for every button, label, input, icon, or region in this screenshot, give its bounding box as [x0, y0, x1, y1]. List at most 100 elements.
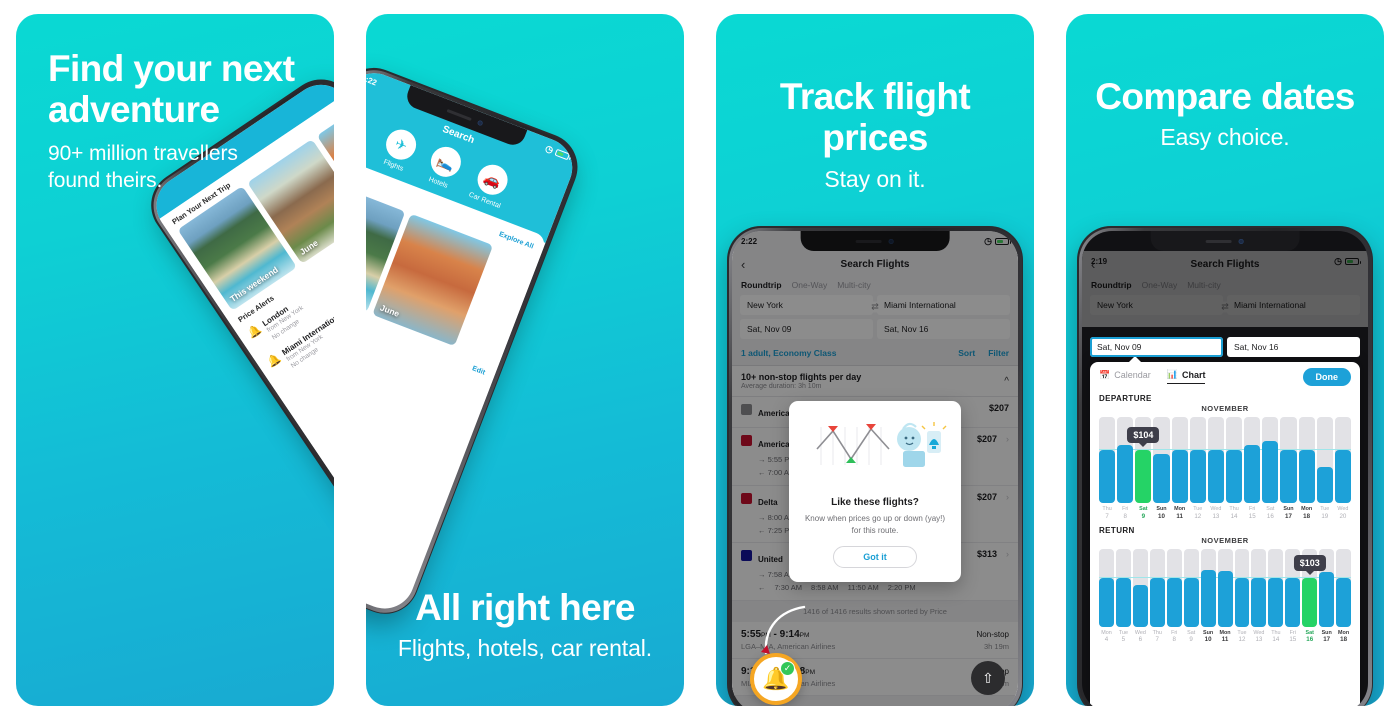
price-bar[interactable]	[1166, 548, 1182, 627]
bar-fill	[1207, 449, 1224, 503]
modal-body: Know when prices go up or down (yay!) fo…	[804, 514, 946, 535]
tick-day-name: Thu	[1229, 506, 1239, 512]
price-bar[interactable]	[1132, 548, 1148, 627]
price-bar[interactable]	[1099, 548, 1114, 627]
price-bar[interactable]: $103	[1293, 548, 1326, 627]
got-it-button[interactable]: Got it	[833, 546, 917, 569]
price-bar[interactable]	[1336, 548, 1352, 627]
bell-icon: 🔔	[245, 323, 264, 341]
battery-icon	[554, 148, 571, 160]
tick-day-number: 16	[1306, 636, 1314, 644]
tick-day-number: 6	[1138, 636, 1143, 644]
x-axis-tick: Tue 19	[1317, 506, 1333, 521]
tick-day-number: 15	[1248, 512, 1256, 520]
price-bar[interactable]	[1171, 417, 1188, 503]
tick-day-number: 17	[1323, 636, 1331, 644]
share-button[interactable]: ⇧	[971, 661, 1005, 695]
status-bar: 2:19 ◷	[1082, 251, 1368, 271]
price-bar[interactable]	[1298, 417, 1315, 503]
screenshot-panel-find-adventure: Find your next adventure 90+ million tra…	[16, 14, 334, 706]
quick-action-hotels[interactable]: 🛌 Hotels	[423, 142, 466, 192]
phone-mockup-4: 2:19 ◷ ‹ Search Flights Roundtrip One-Wa…	[1077, 226, 1373, 706]
quick-action-flights[interactable]: ✈ Flights	[378, 125, 421, 174]
destination-input[interactable]: Miami International	[1227, 295, 1360, 315]
price-bar[interactable]	[1149, 548, 1165, 627]
quick-action-car-rental[interactable]: 🚗 Car Rental	[468, 160, 514, 210]
x-axis-tick: Sat 16	[1262, 506, 1278, 521]
x-axis-tick: Sat 16	[1302, 630, 1317, 645]
return-date-input[interactable]: Sat, Nov 16	[1227, 337, 1360, 357]
price-bar[interactable]	[1189, 417, 1206, 503]
x-axis-tick: Thu 7	[1099, 506, 1115, 521]
destination-card-label: June	[297, 237, 320, 257]
price-bar[interactable]	[1115, 548, 1131, 627]
tab-roundtrip[interactable]: Roundtrip	[1091, 280, 1132, 290]
price-bar[interactable]	[1234, 548, 1250, 627]
price-bar[interactable]	[1183, 548, 1199, 627]
sheet-tab-row: 📅 Calendar 📊 Chart Done	[1099, 368, 1351, 389]
tab-one-way[interactable]: One-Way	[1142, 280, 1178, 290]
price-bar[interactable]	[1217, 548, 1233, 627]
explore-all-link[interactable]: Explore All	[498, 231, 534, 251]
tick-day-number: 7	[1105, 512, 1109, 520]
tick-day-name: Fri	[1122, 506, 1129, 512]
x-axis-tick: Mon 18	[1336, 630, 1351, 645]
tick-day-number: 8	[1123, 512, 1127, 520]
bar-fill	[1268, 578, 1284, 627]
tick-day-name: Thu	[1271, 629, 1281, 636]
date-fields: Sat, Nov 09 Sat, Nov 16	[1082, 337, 1368, 361]
x-axis-tick: Mon 4	[1099, 630, 1114, 645]
price-bar[interactable]	[1207, 417, 1224, 503]
x-axis-tick: Sun 17	[1319, 630, 1334, 645]
price-bar[interactable]	[1200, 548, 1216, 627]
bar-fill	[1132, 585, 1148, 627]
price-bar[interactable]	[1225, 417, 1243, 503]
price-bar[interactable]	[1262, 417, 1279, 503]
tab-chart[interactable]: 📊 Chart	[1166, 369, 1206, 384]
wifi-icon: ◷	[544, 142, 556, 155]
bar-fill	[1234, 578, 1250, 627]
dimmed-search-form: 2:19 ◷ ‹ Search Flights Roundtrip One-Wa…	[1082, 251, 1368, 327]
swap-icon[interactable]: ⇄	[1219, 301, 1231, 313]
x-axis-tick: Wed 13	[1251, 630, 1266, 645]
tab-calendar[interactable]: 📅 Calendar	[1099, 370, 1151, 384]
page-title: All right here	[415, 586, 635, 628]
tick-day-number: 11	[1221, 636, 1229, 644]
x-axis-tick: Tue 12	[1190, 506, 1206, 521]
price-bar[interactable]	[1099, 417, 1116, 503]
panel2-headline-group: All right here Flights, hotels, car rent…	[366, 587, 684, 664]
x-axis-tick: Fri 15	[1244, 506, 1260, 521]
done-button[interactable]: Done	[1302, 368, 1351, 386]
bar-chart-icon: 📊	[1166, 369, 1178, 379]
depart-date-input[interactable]: Sat, Nov 09	[1090, 337, 1223, 357]
status-icons: ◷	[544, 142, 571, 160]
tab-multi-city[interactable]: Multi-city	[1187, 280, 1221, 290]
bar-fill	[1262, 441, 1279, 503]
tick-day-number: 13	[1212, 512, 1220, 520]
panel2-subline-1: Flights, hotels, car rental.	[397, 635, 653, 662]
price-bar[interactable]	[1316, 417, 1333, 503]
tick-day-number: 12	[1238, 636, 1246, 644]
tick-day-number: 9	[1189, 636, 1193, 644]
price-bar[interactable]	[1268, 548, 1284, 627]
panel4-subline-1: Easy choice.	[1160, 124, 1290, 151]
x-axis-tick: Fri 8	[1167, 630, 1182, 645]
front-camera-icon	[477, 119, 484, 126]
tick-day-name: Sat	[1187, 629, 1196, 636]
bar-fill	[1225, 449, 1243, 503]
price-bar[interactable]: $104	[1127, 417, 1160, 503]
phone-2-screen: 3:22 ◷ Search ✈ Flights 🛌 Hotels 🚗 Car R…	[366, 64, 581, 618]
tick-day-name: Wed	[1210, 506, 1222, 512]
date-chart-sheet: 📅 Calendar 📊 Chart Done DEPARTURE NOVEMB…	[1090, 356, 1360, 706]
earpiece-speaker	[447, 108, 473, 121]
origin-input[interactable]: New York	[1090, 295, 1223, 315]
price-bar[interactable]	[1251, 548, 1267, 627]
price-bar[interactable]	[1244, 417, 1261, 503]
price-alert-bell-button[interactable]: 🔔 ✓	[750, 653, 802, 705]
edit-link[interactable]: Edit	[471, 365, 486, 376]
price-bar[interactable]	[1334, 417, 1351, 503]
price-bar[interactable]	[1280, 417, 1297, 503]
quick-action-label: Flights	[382, 158, 405, 173]
tick-day-name: Mon	[1338, 629, 1350, 636]
bar-fill	[1298, 449, 1315, 503]
